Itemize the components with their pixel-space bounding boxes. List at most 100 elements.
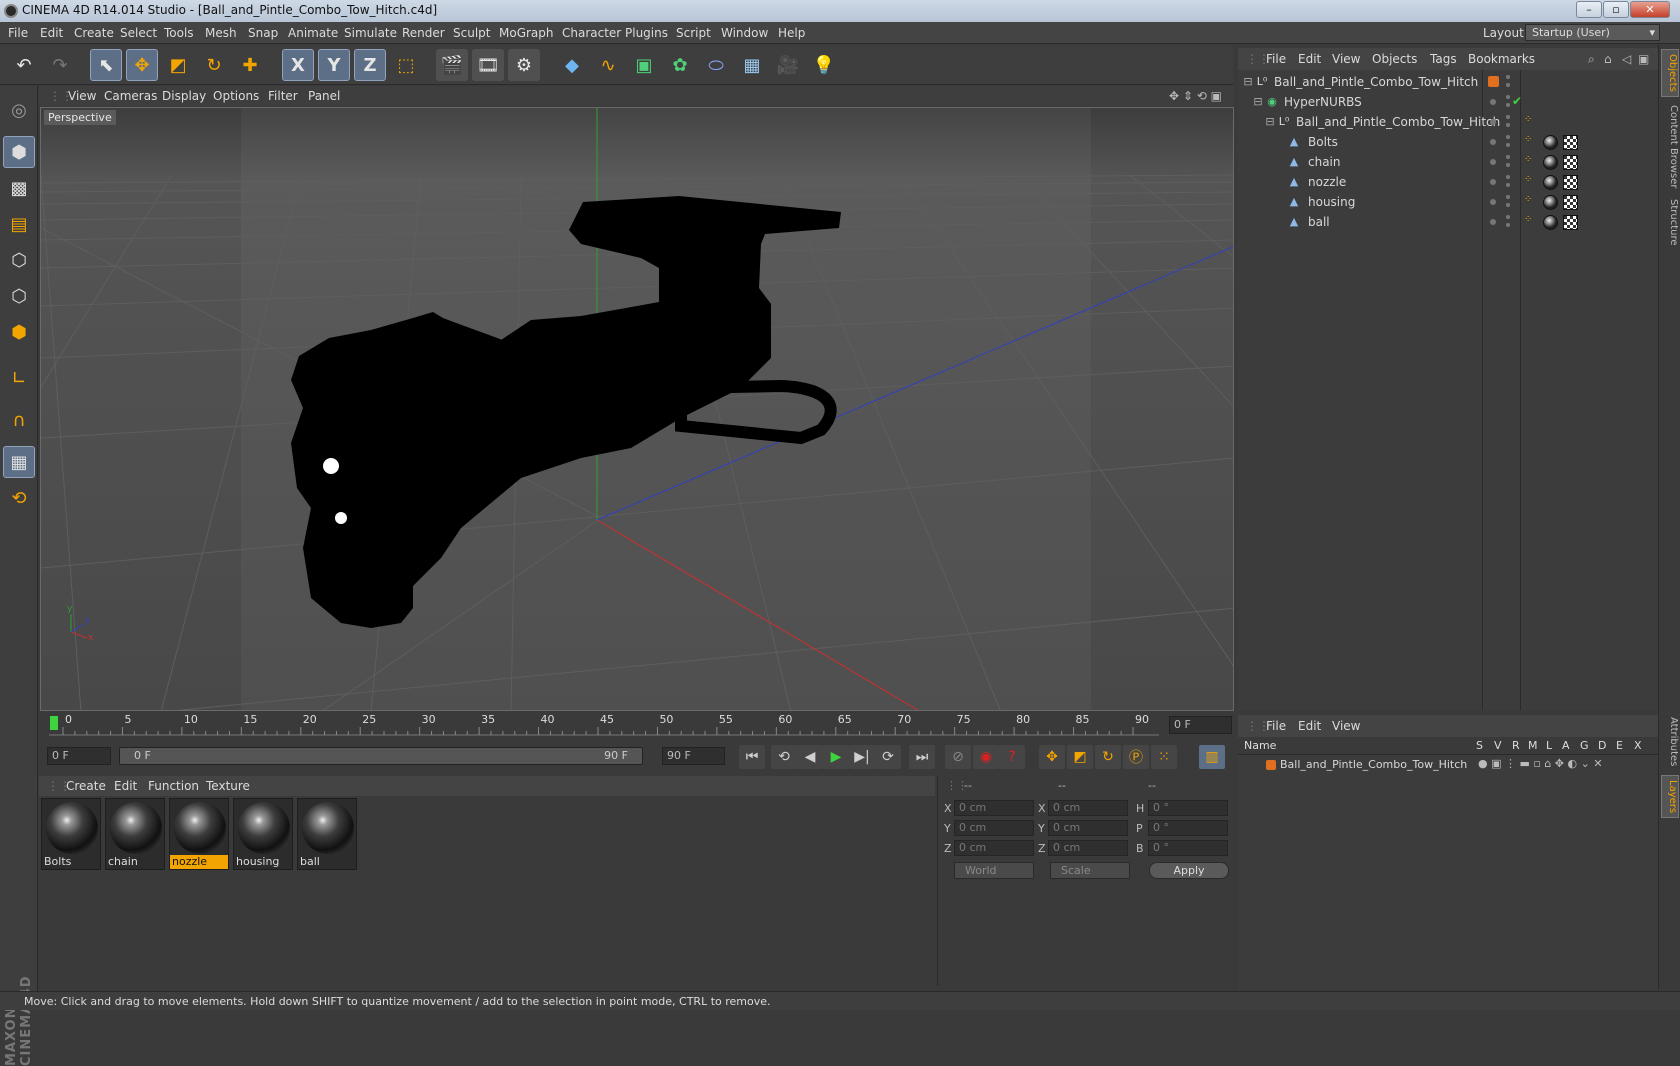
deformer-icon[interactable]: ⬭ <box>700 49 732 81</box>
object-row[interactable]: ▲ ball ⁘ <box>1238 212 1658 232</box>
viewport-menu-panel[interactable]: Panel <box>308 89 340 103</box>
layer-col-deformers[interactable]: D <box>1598 739 1606 752</box>
menu-tools[interactable]: Tools <box>164 26 194 40</box>
object-row[interactable]: ⊟ L⁰ Ball_and_Pintle_Combo_Tow_Hitch ⁘ <box>1238 112 1658 132</box>
visibility-render-dot[interactable] <box>1506 223 1510 227</box>
enabled-check-icon[interactable]: ✔ <box>1512 94 1522 108</box>
rotation-p-field[interactable]: 0 ° <box>1148 820 1228 836</box>
visibility-dot[interactable] <box>1490 199 1496 205</box>
visibility-dot[interactable] <box>1490 119 1496 125</box>
uvw-tag-icon[interactable] <box>1563 215 1578 230</box>
object-row[interactable]: ⊟ L⁰ Ball_and_Pintle_Combo_Tow_Hitch <box>1238 72 1658 92</box>
material-swatch-nozzle[interactable]: nozzle <box>169 798 229 870</box>
go-to-end-icon[interactable]: ⏭ <box>909 745 935 769</box>
menu-sculpt[interactable]: Sculpt <box>453 26 490 40</box>
menu-animate[interactable]: Animate <box>288 26 338 40</box>
layer-color-swatch[interactable] <box>1488 76 1499 87</box>
material-menu-texture[interactable]: Texture <box>206 779 250 793</box>
next-key-icon[interactable]: ⟳ <box>875 745 901 769</box>
edges-mode-icon[interactable]: ⬡ <box>3 280 35 312</box>
layer-color-swatch[interactable] <box>1266 760 1276 770</box>
material-swatch-bolts[interactable]: Bolts <box>41 798 101 870</box>
visibility-render-dot[interactable] <box>1506 83 1510 87</box>
end-frame-field[interactable]: 90 F <box>662 747 725 765</box>
render-settings-icon[interactable]: ⚙ <box>508 49 540 81</box>
material-menu-edit[interactable]: Edit <box>114 779 137 793</box>
visibility-render-dot[interactable] <box>1506 203 1510 207</box>
material-tag-icon[interactable] <box>1543 175 1558 190</box>
layer-row[interactable]: Ball_and_Pintle_Combo_Tow_Hitch ● ▣ ⋮ ▬ … <box>1238 755 1658 775</box>
object-menu-bookmarks[interactable]: Bookmarks <box>1468 52 1535 66</box>
material-swatch-housing[interactable]: housing <box>233 798 293 870</box>
live-selection-icon[interactable]: ⬉ <box>90 49 122 81</box>
layer-menu-view[interactable]: View <box>1332 719 1360 733</box>
menu-render[interactable]: Render <box>402 26 445 40</box>
position-x-field[interactable]: 0 cm <box>954 800 1034 816</box>
scale-icon[interactable]: ◩ <box>162 49 194 81</box>
move-icon[interactable]: ✥ <box>126 49 158 81</box>
autokey-icon[interactable]: ◉ <box>973 745 999 769</box>
visibility-editor-dot[interactable] <box>1506 95 1510 99</box>
layer-menu-edit[interactable]: Edit <box>1298 719 1321 733</box>
planar-workplane-icon[interactable]: ⟲ <box>3 482 35 514</box>
menu-simulate[interactable]: Simulate <box>344 26 397 40</box>
layer-col-locked[interactable]: L <box>1546 739 1552 752</box>
menu-window[interactable]: Window <box>721 26 768 40</box>
object-row[interactable]: ▲ housing ⁘ <box>1238 192 1658 212</box>
viewport-menu-options[interactable]: Options <box>213 89 259 103</box>
menu-snap[interactable]: Snap <box>248 26 278 40</box>
layer-col-render[interactable]: R <box>1512 739 1520 752</box>
layer-col-expressions[interactable]: E <box>1616 739 1623 752</box>
object-menu-tags[interactable]: Tags <box>1430 52 1457 66</box>
points-mode-icon[interactable]: ⬡ <box>3 244 35 276</box>
viewport-menu-filter[interactable]: Filter <box>268 89 298 103</box>
visibility-editor-dot[interactable] <box>1506 75 1510 79</box>
visibility-render-dot[interactable] <box>1506 163 1510 167</box>
visibility-dot[interactable] <box>1490 179 1496 185</box>
layout-toggle-icon[interactable]: ◁ <box>1622 52 1631 66</box>
scale-mode-select[interactable]: Scale <box>1050 862 1130 879</box>
spline-icon[interactable]: ∿ <box>592 49 624 81</box>
object-row[interactable]: ▲ Bolts ⁘ <box>1238 132 1658 152</box>
visibility-editor-dot[interactable] <box>1506 155 1510 159</box>
material-tag-icon[interactable] <box>1543 135 1558 150</box>
floor-icon[interactable]: ▦ <box>736 49 768 81</box>
collapse-icon[interactable]: ⊟ <box>1252 96 1264 108</box>
texture-mode-icon[interactable]: ▩ <box>3 172 35 204</box>
rotation-h-field[interactable]: 0 ° <box>1148 800 1228 816</box>
start-frame-field[interactable]: 0 F <box>47 747 111 765</box>
visibility-dot[interactable] <box>1490 139 1496 145</box>
array-icon[interactable]: ✿ <box>664 49 696 81</box>
object-row[interactable]: ▲ chain ⁘ <box>1238 152 1658 172</box>
collapse-icon[interactable]: ⊟ <box>1264 116 1276 128</box>
tag-phong-icon[interactable]: ⁘ <box>1524 154 1532 165</box>
object-menu-view[interactable]: View <box>1332 52 1360 66</box>
uvw-tag-icon[interactable] <box>1563 175 1578 190</box>
maximize-button[interactable]: ▫ <box>1603 1 1629 18</box>
timeline-ruler[interactable]: 0 5 10 15 20 25 30 35 40 45 50 55 60 65 70 75 80 85 90 0 F <box>39 713 1234 738</box>
render-view-icon[interactable]: 🎬 <box>436 49 468 81</box>
object-row[interactable]: ⊟ ◉ HyperNURBS ✔ <box>1238 92 1658 112</box>
tab-content-browser[interactable]: Content Browser <box>1661 101 1679 192</box>
viewport-menu-view[interactable]: View <box>68 89 96 103</box>
uvw-tag-icon[interactable] <box>1563 155 1578 170</box>
position-z-field[interactable]: 0 cm <box>954 840 1034 856</box>
current-frame-field[interactable]: 0 F <box>1169 716 1232 734</box>
make-editable-icon[interactable]: ◎ <box>3 94 35 126</box>
locked-workplane-icon[interactable]: ▦ <box>3 446 35 478</box>
visibility-editor-dot[interactable] <box>1506 135 1510 139</box>
menu-character[interactable]: Character <box>562 26 621 40</box>
z-axis-icon[interactable]: Z <box>354 49 386 81</box>
layer-col-view[interactable]: V <box>1494 739 1502 752</box>
menu-script[interactable]: Script <box>676 26 711 40</box>
tab-attributes[interactable]: Attributes <box>1661 713 1679 770</box>
x-axis-icon[interactable]: X <box>282 49 314 81</box>
light-icon[interactable]: 💡 <box>808 49 840 81</box>
tag-phong-icon[interactable]: ⁘ <box>1524 214 1532 225</box>
menu-mesh[interactable]: Mesh <box>205 26 237 40</box>
key-scale-icon[interactable]: ◩ <box>1067 745 1093 769</box>
menu-plugins[interactable]: Plugins <box>625 26 668 40</box>
visibility-render-dot[interactable] <box>1506 143 1510 147</box>
last-tool-icon[interactable]: ✚ <box>234 49 266 81</box>
material-menu-function[interactable]: Function <box>148 779 199 793</box>
